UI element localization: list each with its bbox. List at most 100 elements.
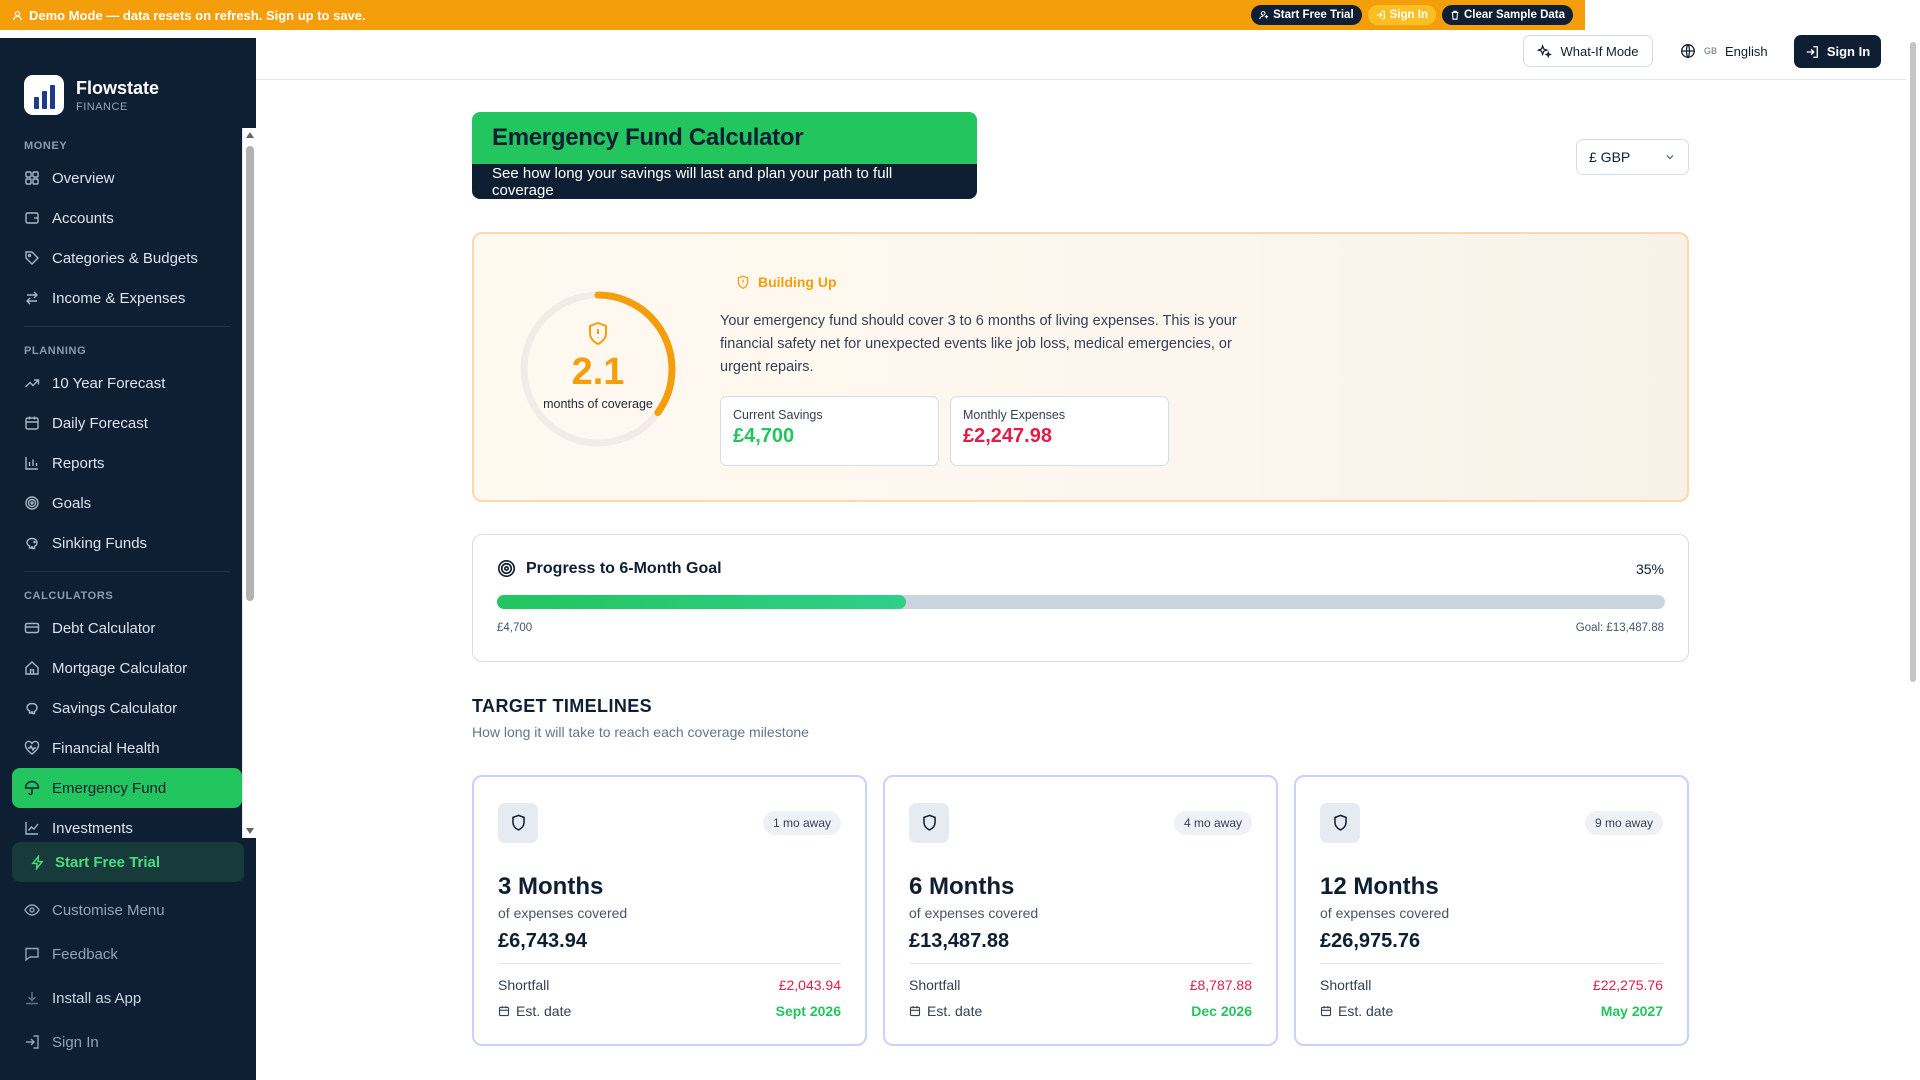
- download-icon: [26, 992, 38, 1005]
- banner-start-trial-label: Start Free Trial: [1273, 9, 1354, 21]
- calendar-icon: [25, 416, 39, 430]
- calendar-icon: [1320, 1006, 1332, 1017]
- customise-menu-button[interactable]: Customise Menu: [0, 888, 256, 932]
- sidebar-item-investments[interactable]: Investments: [12, 808, 242, 838]
- est-date-label: Est. date: [927, 1003, 983, 1019]
- scroll-up-arrow-icon[interactable]: [246, 132, 254, 138]
- sidebar-item-income-expenses[interactable]: Income & Expenses: [12, 278, 242, 318]
- page-scroll-thumb[interactable]: [1910, 42, 1916, 682]
- nav-heading-money: MONEY: [24, 140, 68, 152]
- goal-progress-fill: [497, 595, 906, 609]
- timeline-months: 3 Months: [498, 873, 604, 900]
- what-if-mode-button[interactable]: What-If Mode: [1523, 35, 1653, 67]
- trash-icon: [1451, 10, 1459, 20]
- timeline-away-badge: 4 mo away: [1173, 811, 1252, 835]
- goal-progress-track: [497, 595, 1665, 609]
- timeline-card-6-months: 4 mo away 6 Months of expenses covered £…: [883, 775, 1278, 1046]
- banner-sign-in-label: Sign In: [1389, 9, 1428, 21]
- timeline-divider: [909, 963, 1252, 964]
- sidebar-item-daily-forecast[interactable]: Daily Forecast: [12, 403, 242, 443]
- sidebar-item-savings-calculator[interactable]: Savings Calculator: [12, 688, 242, 728]
- sidebar-item-reports[interactable]: Reports: [12, 443, 242, 483]
- sidebar-item-goals[interactable]: Goals: [12, 483, 242, 523]
- umbrella-icon: [24, 780, 40, 796]
- currency-value: £ GBP: [1589, 149, 1631, 165]
- timeline-divider: [1320, 963, 1663, 964]
- goal-progress-start: £4,700: [497, 622, 533, 634]
- target-icon: [497, 559, 516, 578]
- page-subtitle: See how long your savings will last and …: [472, 164, 977, 199]
- timeline-target-amount: £26,975.76: [1320, 930, 1421, 952]
- user-plus-icon: [1259, 10, 1269, 20]
- goal-progress-heading: Progress to 6-Month Goal: [497, 559, 722, 578]
- target-timelines-subtitle: How long it will take to reach each cove…: [472, 724, 809, 740]
- timeline-icon-box: [498, 803, 538, 843]
- timeline-target-amount: £13,487.88: [909, 930, 1010, 952]
- lightning-icon: [31, 854, 44, 870]
- shortfall-value: £2,043.94: [778, 977, 841, 993]
- est-date-value: Sept 2026: [775, 1003, 841, 1019]
- language-selector[interactable]: GB English: [1680, 35, 1768, 67]
- status-badge: Building Up: [736, 274, 837, 290]
- coverage-status-card: 2.1 months of coverage Building Up Your …: [472, 232, 1689, 502]
- sidebar-item-debt-calculator[interactable]: Debt Calculator: [12, 608, 242, 648]
- message-icon: [25, 947, 39, 962]
- sidebar-item-accounts[interactable]: Accounts: [12, 198, 242, 238]
- feedback-button[interactable]: Feedback: [0, 932, 256, 976]
- clear-sample-data-button[interactable]: Clear Sample Data: [1442, 5, 1573, 25]
- sidebar-item-label: Daily Forecast: [52, 414, 148, 432]
- wallet-icon: [25, 212, 39, 224]
- top-header: What-If Mode GB English Sign In: [256, 30, 1906, 80]
- sidebar-item-financial-health[interactable]: Financial Health: [12, 728, 242, 768]
- shortfall-label: Shortfall: [1320, 977, 1372, 993]
- calendar-icon: [498, 1006, 510, 1017]
- sidebar-start-trial-button[interactable]: Start Free Trial: [12, 842, 244, 882]
- grid-icon: [25, 171, 39, 185]
- sidebar-item-label: Income & Expenses: [52, 289, 186, 307]
- feedback-label: Feedback: [52, 945, 118, 963]
- timeline-divider: [498, 963, 841, 964]
- sidebar-item-sinking-funds[interactable]: Sinking Funds: [12, 523, 242, 563]
- shield-icon: [922, 814, 936, 831]
- est-date-label: Est. date: [516, 1003, 572, 1019]
- sidebar-item-label: Categories & Budgets: [52, 249, 198, 267]
- customise-menu-label: Customise Menu: [52, 901, 165, 919]
- timeline-away-badge: 1 mo away: [762, 811, 841, 835]
- target-timelines-title: TARGET TIMELINES: [472, 696, 653, 716]
- sidebar-item-10-year-forecast[interactable]: 10 Year Forecast: [12, 363, 242, 403]
- header-sign-in-button[interactable]: Sign In: [1794, 35, 1881, 68]
- brand[interactable]: Flowstate FINANCE: [0, 38, 256, 128]
- sidebar-item-label: Financial Health: [52, 739, 160, 757]
- banner-sign-in-button[interactable]: Sign In: [1367, 5, 1436, 25]
- nav-heading-calculators: CALCULATORS: [24, 590, 114, 602]
- calendar-icon: [909, 1006, 921, 1017]
- sidebar-scrollbar[interactable]: [242, 128, 256, 838]
- card-icon: [24, 622, 40, 634]
- home-icon: [25, 661, 39, 675]
- sidebar-item-categories-budgets[interactable]: Categories & Budgets: [12, 238, 242, 278]
- piggy-icon: [26, 702, 38, 715]
- sidebar-item-label: Sinking Funds: [52, 534, 148, 552]
- what-if-mode-label: What-If Mode: [1560, 43, 1639, 59]
- sidebar-item-label: Overview: [52, 169, 115, 187]
- globe-icon: [1681, 44, 1695, 58]
- monthly-expenses-card: Monthly Expenses £2,247.98: [950, 396, 1169, 466]
- sidebar-item-overview[interactable]: Overview: [12, 158, 242, 198]
- line-chart-icon: [25, 822, 39, 835]
- sidebar-item-mortgage-calculator[interactable]: Mortgage Calculator: [12, 648, 242, 688]
- banner-start-trial-button[interactable]: Start Free Trial: [1251, 5, 1362, 25]
- install-app-button[interactable]: Install as App: [0, 976, 256, 1020]
- sidebar-item-emergency-fund[interactable]: Emergency Fund: [12, 768, 242, 808]
- sidebar-sign-in-button[interactable]: Sign In: [0, 1020, 256, 1064]
- sidebar-item-label: 10 Year Forecast: [52, 374, 166, 392]
- page-scrollbar[interactable]: [1906, 30, 1920, 1080]
- sidebar-scroll-thumb[interactable]: [246, 146, 254, 601]
- sidebar-item-label: Mortgage Calculator: [52, 659, 188, 677]
- currency-select[interactable]: £ GBP: [1576, 139, 1689, 175]
- timeline-shortfall-row: Shortfall £22,275.76: [1320, 977, 1663, 993]
- nav-heading-planning: PLANNING: [24, 345, 87, 357]
- demo-banner-message: Demo Mode — data resets on refresh. Sign…: [12, 8, 366, 23]
- scroll-down-arrow-icon[interactable]: [246, 828, 254, 834]
- nav-divider: [24, 326, 230, 327]
- monthly-expenses-label: Monthly Expenses: [963, 408, 1066, 422]
